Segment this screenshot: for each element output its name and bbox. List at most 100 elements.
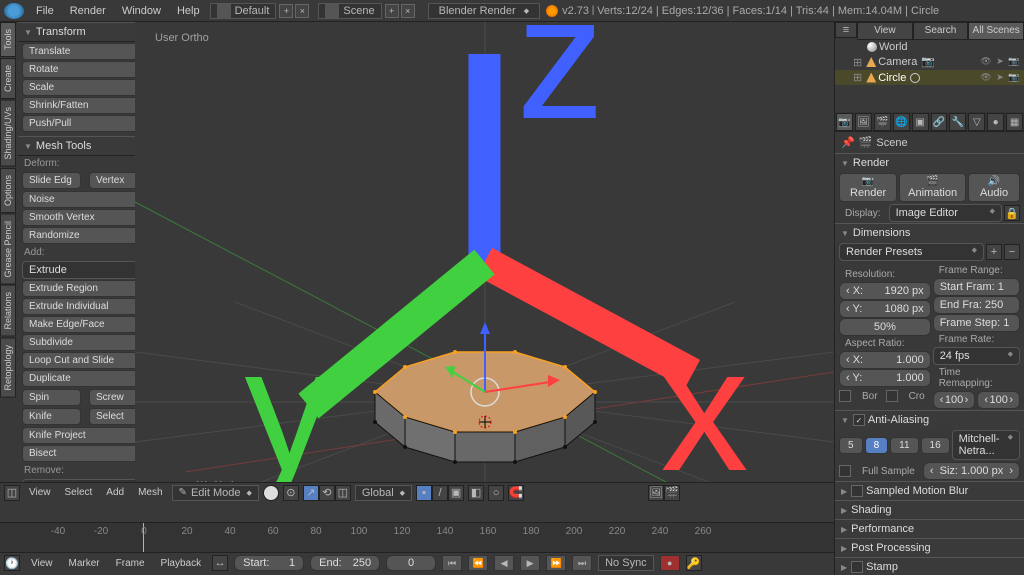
proportional-edit-button[interactable]: ○: [488, 485, 504, 501]
timeline-range-button[interactable]: ↔: [212, 555, 228, 571]
render-preview-button[interactable]: 🖼: [648, 485, 664, 501]
scene-remove-button[interactable]: ×: [401, 4, 415, 18]
extrude-individual-button[interactable]: Extrude Individual: [22, 298, 148, 315]
resolution-y-input[interactable]: ‹ Y:1080 px: [839, 300, 931, 318]
aa-filter-dropdown[interactable]: Mitchell-Netra...: [952, 430, 1020, 460]
outliner-editor-icon[interactable]: ≡: [835, 22, 857, 38]
stamp-header[interactable]: Stamp: [835, 558, 1024, 575]
tab-grease-pencil[interactable]: Grease Pencil: [0, 214, 16, 285]
mode-dropdown[interactable]: ✎ Edit Mode ◆: [172, 485, 259, 501]
mesh-tools-header[interactable]: Mesh Tools: [18, 136, 152, 156]
snap-button[interactable]: 🧲: [508, 485, 524, 501]
scale-button[interactable]: Scale: [22, 79, 148, 96]
render-section-header[interactable]: Render: [835, 154, 1024, 172]
expand-icon[interactable]: ⊞: [853, 56, 862, 69]
aa-16-button[interactable]: 16: [921, 437, 950, 454]
timeline-menu-marker[interactable]: Marker: [64, 558, 105, 569]
animation-button[interactable]: 🎬Animation: [899, 173, 966, 202]
keyframe-prev-button[interactable]: ⏪: [468, 555, 488, 571]
render-button[interactable]: 📷 Render: [839, 173, 897, 202]
aa-5-button[interactable]: 5: [839, 437, 863, 454]
fps-dropdown[interactable]: 24 fps: [933, 347, 1020, 365]
randomize-button[interactable]: Randomize: [22, 227, 148, 244]
prop-tab-modifiers[interactable]: 🔧: [949, 113, 966, 131]
jump-end-button[interactable]: ⏭: [572, 555, 592, 571]
push-pull-button[interactable]: Push/Pull: [22, 115, 148, 132]
aa-8-button[interactable]: 8: [865, 437, 889, 454]
end-frame-input[interactable]: End:250: [310, 555, 380, 571]
keyframe-next-button[interactable]: ⏩: [546, 555, 566, 571]
pivot-button[interactable]: ⊙: [283, 485, 299, 501]
resolution-x-input[interactable]: ‹ X:1920 px: [839, 282, 931, 300]
aa-11-button[interactable]: 11: [890, 437, 918, 454]
outliner-search[interactable]: Search: [913, 22, 969, 40]
layout-add-button[interactable]: +: [279, 4, 293, 18]
manipulator-rotate[interactable]: ⟲: [319, 485, 335, 501]
make-edge-face-button[interactable]: Make Edge/Face: [22, 316, 148, 333]
scene-add-button[interactable]: +: [385, 4, 399, 18]
smooth-vertex-button[interactable]: Smooth Vertex: [22, 209, 148, 226]
edge-select-mode[interactable]: /: [432, 485, 448, 501]
extrude-region-button[interactable]: Extrude Region: [22, 280, 148, 297]
animation-preview-button[interactable]: 🎬: [664, 485, 680, 501]
start-frame-input[interactable]: Start:1: [234, 555, 304, 571]
layout-remove-button[interactable]: ×: [295, 4, 309, 18]
knife-project-button[interactable]: Knife Project: [22, 427, 148, 444]
noise-button[interactable]: Noise: [22, 191, 148, 208]
timeline-menu-playback[interactable]: Playback: [156, 558, 207, 569]
scene-dropdown[interactable]: Scene: [318, 3, 381, 19]
timeline-menu-view[interactable]: View: [26, 558, 58, 569]
tab-create[interactable]: Create: [0, 58, 16, 99]
prop-tab-constraints[interactable]: 🔗: [931, 113, 948, 131]
knife-button[interactable]: Knife: [22, 408, 81, 425]
start-frame-input[interactable]: Start Fram: 1: [933, 278, 1020, 296]
border-checkbox[interactable]: [839, 390, 851, 402]
prop-tab-data[interactable]: ▽: [968, 113, 985, 131]
menu-render[interactable]: Render: [62, 5, 114, 17]
shading-header[interactable]: Shading: [835, 501, 1024, 519]
shrink-fatten-button[interactable]: Shrink/Fatten: [22, 97, 148, 114]
dimensions-section-header[interactable]: Dimensions: [835, 224, 1024, 242]
stamp-checkbox[interactable]: [851, 561, 863, 573]
play-reverse-button[interactable]: ◀: [494, 555, 514, 571]
render-presets-dropdown[interactable]: Render Presets: [839, 243, 984, 261]
post-processing-header[interactable]: Post Processing: [835, 539, 1024, 557]
face-select-mode[interactable]: ▣: [448, 485, 464, 501]
aspect-x-input[interactable]: ‹ X:1.000: [839, 351, 931, 369]
viewport-menu-add[interactable]: Add: [101, 487, 129, 498]
tab-retopology[interactable]: Retopology: [0, 338, 16, 398]
tab-tools[interactable]: Tools: [0, 22, 16, 57]
aspect-y-input[interactable]: ‹ Y:1.000: [839, 369, 931, 387]
end-frame-input[interactable]: End Fra: 250: [933, 296, 1020, 314]
render-icon[interactable]: 📷: [1008, 72, 1020, 84]
motion-blur-checkbox[interactable]: [851, 485, 863, 497]
prop-tab-texture[interactable]: ▦: [1006, 113, 1023, 131]
frame-step-input[interactable]: Frame Step: 1: [933, 314, 1020, 332]
play-button[interactable]: ▶: [520, 555, 540, 571]
manipulator-toggle[interactable]: ↗: [303, 485, 319, 501]
tab-options[interactable]: Options: [0, 168, 16, 213]
translate-button[interactable]: Translate: [22, 43, 148, 60]
lock-interface-button[interactable]: 🔒: [1004, 205, 1020, 221]
display-dropdown[interactable]: Image Editor: [889, 204, 1002, 222]
limit-selection-button[interactable]: ◧: [468, 485, 484, 501]
tab-shading-uvs[interactable]: Shading/UVs: [0, 100, 16, 167]
prop-tab-material[interactable]: ●: [987, 113, 1004, 131]
layout-dropdown[interactable]: Default: [210, 3, 277, 19]
loop-cut-slide-button[interactable]: Loop Cut and Slide: [22, 352, 148, 369]
keying-set-button[interactable]: 🔑: [686, 555, 702, 571]
render-icon[interactable]: 📷: [1008, 56, 1020, 68]
viewport-menu-mesh[interactable]: Mesh: [133, 487, 167, 498]
render-engine-dropdown[interactable]: Blender Render◆: [428, 3, 540, 19]
prop-tab-render-layers[interactable]: 🖼: [855, 113, 872, 131]
outliner-world[interactable]: World: [835, 40, 1024, 54]
spin-button[interactable]: Spin: [22, 389, 81, 406]
aa-checkbox[interactable]: [853, 414, 865, 426]
eye-icon[interactable]: 👁: [980, 72, 992, 84]
sync-dropdown[interactable]: No Sync: [598, 555, 654, 571]
outliner-view[interactable]: View: [857, 22, 913, 40]
bisect-button[interactable]: Bisect: [22, 445, 148, 462]
jump-start-button[interactable]: ⏮: [442, 555, 462, 571]
filter-size-input[interactable]: ‹Siz: 1.000 px›: [923, 462, 1020, 480]
viewport-menu-view[interactable]: View: [24, 487, 56, 498]
